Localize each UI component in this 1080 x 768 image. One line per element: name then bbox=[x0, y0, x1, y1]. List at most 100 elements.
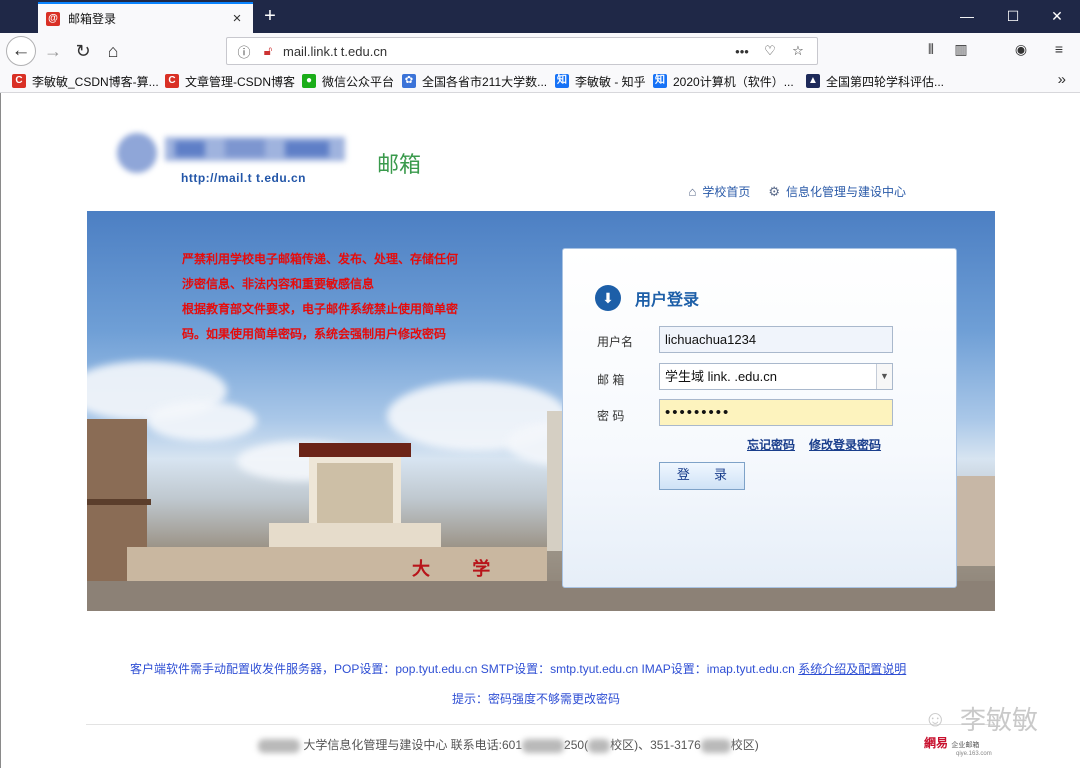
logo-url: http://mail.t t.edu.cn bbox=[181, 171, 306, 185]
account-icon[interactable]: ◉ bbox=[1010, 41, 1032, 61]
bookmark-item[interactable]: C 李敏敏_CSDN博客-算... bbox=[12, 72, 159, 90]
university-sign: 大 学 bbox=[412, 559, 509, 580]
footer-text: 250( bbox=[564, 738, 589, 752]
bookmark-item[interactable]: ▲ 全国第四轮学科评估... bbox=[806, 72, 944, 90]
university-logo bbox=[117, 133, 345, 173]
window-close-button[interactable]: ✕ bbox=[1034, 0, 1080, 33]
home-icon: ⌂ bbox=[688, 184, 697, 199]
address-bar[interactable]: ⓘ 🔓︎ mail.link.t t.edu.cn ••• ♡ ☆ bbox=[226, 37, 818, 65]
it-center-label[interactable]: 信息化管理与建设中心 bbox=[786, 183, 906, 200]
notice-line: 根据教育部文件要求，电子邮件系统禁止使用简单密 bbox=[182, 302, 459, 316]
zhihu-icon: 知 bbox=[653, 74, 667, 88]
tab-title: 邮箱登录 bbox=[68, 12, 117, 26]
browser-tab-active[interactable]: @ 邮箱登录 × bbox=[38, 2, 253, 33]
brand-domain: qiye.163.com bbox=[956, 751, 992, 757]
bookmark-item[interactable]: ✿ 全国各省市211大学数... bbox=[402, 72, 547, 90]
maximize-button[interactable]: ☐ bbox=[990, 0, 1036, 33]
bookmark-label: 微信公众平台 bbox=[322, 74, 395, 89]
home-icon[interactable]: ⌂ bbox=[100, 38, 126, 64]
login-panel: ⬇ 用户登录 用户名 lichuachua1234 邮 箱 学生域 link. … bbox=[562, 248, 957, 588]
paw-icon: ✿ bbox=[402, 74, 416, 88]
password-input[interactable]: ••••••••• bbox=[659, 399, 893, 426]
password-label: 密 码 bbox=[597, 409, 625, 423]
domain-select[interactable]: 学生域 link. .edu.cn ▼ bbox=[659, 363, 893, 390]
browser-navbar: ← → ↻ ⌂ ⓘ 🔓︎ mail.link.t t.edu.cn ••• ♡ … bbox=[0, 33, 1080, 69]
chevron-down-icon[interactable]: ▼ bbox=[876, 364, 892, 389]
browser-titlebar: @ 邮箱登录 × + — ☐ ✕ bbox=[0, 0, 1080, 33]
login-button[interactable]: 登 录 bbox=[659, 462, 745, 490]
server-config-info: 客户端软件需手动配置收发件服务器，POP设置：pop.tyut.edu.cn S… bbox=[130, 660, 906, 677]
username-input[interactable]: lichuachua1234 bbox=[659, 326, 893, 353]
bookmark-item[interactable]: C 文章管理-CSDN博客 bbox=[165, 72, 295, 90]
top-links: ⌂ 学校首页 ⚙ 信息化管理与建设中心 bbox=[688, 183, 906, 200]
domain-label: 邮 箱 bbox=[597, 373, 625, 387]
insecure-lock-icon[interactable]: 🔓︎ bbox=[259, 43, 277, 59]
bookmark-label: 李敏敏_CSDN博客-算... bbox=[32, 74, 159, 89]
bookmark-label: 2020计算机（软件）... bbox=[673, 74, 794, 89]
pocket-icon[interactable]: ♡ bbox=[759, 43, 781, 59]
footer-divider bbox=[86, 724, 994, 725]
menu-icon[interactable]: ≡ bbox=[1048, 41, 1070, 61]
footer-text: 校区)、 bbox=[610, 738, 651, 752]
bookmarks-overflow-icon[interactable]: » bbox=[1058, 71, 1066, 88]
config-guide-link[interactable]: 系统介绍及配置说明 bbox=[798, 662, 906, 676]
wechat-watermark-icon: ☺ bbox=[924, 706, 947, 731]
bookmark-label: 文章管理-CSDN博客 bbox=[185, 74, 295, 89]
logo-mail-title: 邮箱 bbox=[377, 153, 422, 178]
notice-line: 严禁利用学校电子邮箱传递、发布、处理、存储任何 bbox=[182, 252, 459, 266]
bookmark-label: 全国各省市211大学数... bbox=[422, 74, 548, 89]
forward-arrow-icon[interactable]: → bbox=[40, 38, 66, 64]
redacted-text bbox=[258, 738, 300, 753]
tab-close-icon[interactable]: × bbox=[229, 10, 245, 27]
login-links: 忘记密码 修改登录密码 bbox=[747, 436, 881, 453]
username-label: 用户名 bbox=[597, 335, 634, 349]
csdn-icon: C bbox=[165, 74, 179, 88]
redacted-text bbox=[700, 738, 731, 753]
forgot-password-link[interactable]: 忘记密码 bbox=[747, 436, 795, 453]
password-hint: 提示：密码强度不够需更改密码 bbox=[452, 692, 621, 706]
footer-text: 大学信息化管理与建设中心 联系电话:601 bbox=[303, 738, 523, 752]
sidebar-icon[interactable]: ▥ bbox=[950, 41, 972, 61]
security-notice: 严禁利用学校电子邮箱传递、发布、处理、存储任何 涉密信息、非法内容和重要敏感信息… bbox=[182, 247, 512, 347]
network-icon: ⚙ bbox=[768, 183, 780, 199]
site-info-icon[interactable]: ⓘ bbox=[235, 42, 253, 61]
it-center-link[interactable]: ⚙ 信息化管理与建设中心 bbox=[768, 183, 906, 200]
footer: 大学信息化管理与建设中心 联系电话:601 250( 校区)、351-3176 校区) bbox=[258, 736, 759, 753]
brand-name: 網易 bbox=[924, 736, 949, 750]
netease-brand: 網易 企业邮箱 qiye.163.com bbox=[924, 734, 992, 757]
bookmark-label: 李敏敏 - 知乎 bbox=[575, 74, 646, 89]
school-home-link[interactable]: ⌂ 学校首页 bbox=[688, 183, 750, 200]
csdn-icon: C bbox=[12, 74, 26, 88]
page-actions-icon[interactable]: ••• bbox=[731, 44, 753, 59]
redacted-text bbox=[588, 738, 611, 753]
redacted-text bbox=[522, 738, 565, 753]
server-config-text: 客户端软件需手动配置收发件服务器，POP设置：pop.tyut.edu.cn S… bbox=[130, 662, 795, 676]
notice-line: 码。如果使用简单密码，系统会强制用户修改密码 bbox=[182, 327, 447, 341]
change-password-link[interactable]: 修改登录密码 bbox=[809, 436, 881, 453]
school-home-label[interactable]: 学校首页 bbox=[702, 183, 750, 200]
brand-sub: 企业邮箱 bbox=[951, 742, 980, 749]
footer-text: 校区) bbox=[730, 738, 759, 752]
graduation-cap-icon: ▲ bbox=[806, 74, 820, 88]
url-text[interactable]: mail.link.t t.edu.cn bbox=[283, 44, 725, 59]
bookmarks-toolbar: C 李敏敏_CSDN博客-算... C 文章管理-CSDN博客 ● 微信公众平台 ✿ 全国各省… bbox=[0, 69, 1080, 93]
back-arrow-icon[interactable]: ← bbox=[6, 36, 36, 66]
bookmark-star-icon[interactable]: ☆ bbox=[787, 43, 809, 59]
bookmark-item[interactable]: ● 微信公众平台 bbox=[302, 72, 394, 90]
bookmark-item[interactable]: 知李敏敏 - 知乎 bbox=[555, 72, 646, 90]
zhihu-icon: 知 bbox=[555, 74, 569, 88]
wechat-icon: ● bbox=[302, 74, 316, 88]
notice-line: 涉密信息、非法内容和重要敏感信息 bbox=[182, 277, 375, 291]
domain-select-value: 学生域 link. .edu.cn bbox=[665, 369, 777, 384]
footer-text: 351-3176 bbox=[650, 738, 701, 752]
mail-favicon-icon: @ bbox=[46, 11, 60, 26]
watermark-text: 李敏敏 bbox=[960, 706, 1039, 736]
new-tab-button[interactable]: + bbox=[258, 4, 282, 28]
reload-icon[interactable]: ↻ bbox=[70, 38, 96, 64]
arrow-down-circle-icon: ⬇ bbox=[595, 285, 621, 311]
bookmark-item[interactable]: 知 2020计算机（软件）... bbox=[653, 72, 794, 90]
minimize-button[interactable]: — bbox=[944, 0, 990, 33]
login-header: ⬇ 用户登录 bbox=[595, 285, 699, 311]
bookmark-label: 全国第四轮学科评估... bbox=[826, 74, 945, 89]
library-icon[interactable]: ⫴ bbox=[920, 41, 942, 61]
